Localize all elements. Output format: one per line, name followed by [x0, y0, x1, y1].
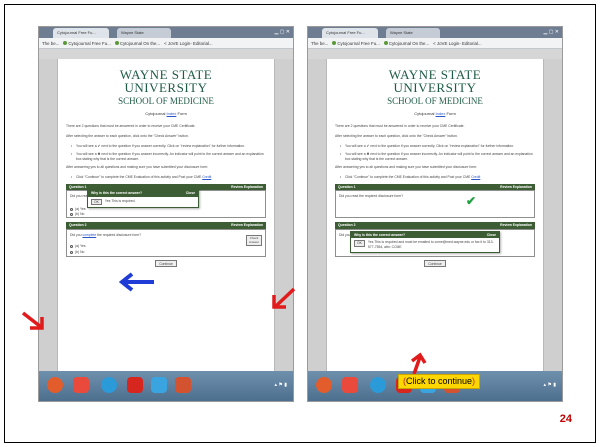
- question2-body: Did you Why is this the correct answer? C…: [335, 228, 535, 257]
- click-to-continue-callout: (Click to continue): [398, 374, 480, 389]
- browser-viewport: WAYNE STATE UNIVERSITY SCHOOL OF MEDICIN…: [39, 59, 293, 371]
- bullet-continue: Click "Continue" to complete the CME Eva…: [71, 175, 266, 180]
- continue-button[interactable]: Continue: [424, 259, 446, 267]
- web-page: WAYNE STATE UNIVERSITY SCHOOL OF MEDICIN…: [326, 59, 544, 371]
- wsu-logo: WAYNE STATE UNIVERSITY SCHOOL OF MEDICIN…: [387, 67, 483, 106]
- start-icon[interactable]: [47, 377, 63, 393]
- index-link[interactable]: Index: [167, 111, 177, 116]
- check-answer-button[interactable]: Check Answer: [246, 234, 262, 246]
- bookmark-item[interactable]: Cytojournal Free Fu...: [332, 41, 380, 46]
- bookmarks-bar: The be... Cytojournal Free Fu... Cytojou…: [39, 38, 293, 49]
- window-controls[interactable]: ▁ ▢ ✕: [274, 29, 290, 35]
- web-page: WAYNE STATE UNIVERSITY SCHOOL OF MEDICIN…: [57, 59, 275, 371]
- instructions-text: After selecting the answer to each quest…: [66, 133, 189, 138]
- browser-tab[interactable]: Cytojournal Free Fu...: [322, 28, 378, 38]
- title-bar: Cytojournal Free Fu... Wayne State ▁ ▢ ✕: [308, 27, 562, 38]
- question1-header: Question 1 Review Explanation: [335, 183, 535, 191]
- bookmark-item[interactable]: The be...: [42, 41, 59, 46]
- radio-icon[interactable]: [70, 250, 73, 254]
- bookmark-icon: [63, 41, 68, 45]
- intro-text: There are 2 questions that must be answe…: [335, 124, 465, 129]
- slide-number: 24: [559, 413, 572, 425]
- wsu-logo: WAYNE STATE UNIVERSITY SCHOOL OF MEDICIN…: [118, 67, 214, 106]
- red-arrow-icon: [410, 352, 427, 375]
- radio-icon[interactable]: [70, 245, 73, 249]
- bookmark-item[interactable]: Cytojournal On the...: [383, 41, 429, 46]
- correct-check-icon: ✔: [465, 194, 476, 209]
- option-no[interactable]: (b) No: [70, 250, 262, 255]
- bookmark-item[interactable]: Cytojournal Free Fu...: [63, 41, 111, 46]
- system-tray[interactable]: ▴ ⚑ ▮: [274, 382, 287, 388]
- bookmark-icon: [332, 41, 337, 45]
- bookmark-icon: [114, 41, 119, 45]
- radio-icon[interactable]: [70, 213, 73, 217]
- close-popup-button[interactable]: Close: [487, 233, 496, 238]
- explorer-icon[interactable]: [151, 377, 167, 393]
- browser-viewport: WAYNE STATE UNIVERSITY SCHOOL OF MEDICIN…: [308, 59, 562, 371]
- intro-text: There are 2 questions that must be answe…: [66, 124, 196, 129]
- bullet-continue: Click "Continue" to complete the CME Eva…: [340, 175, 535, 180]
- ok-button[interactable]: OK: [91, 198, 102, 206]
- screenshot-right: Cytojournal Free Fu... Wayne State ▁ ▢ ✕…: [307, 26, 563, 402]
- bookmark-item[interactable]: The be...: [311, 41, 328, 46]
- red-arrow-icon: [21, 311, 44, 330]
- question2-header: Question 2 Review Explanation: [335, 222, 535, 229]
- bookmark-item[interactable]: < JoVE Login- Editorial...: [164, 41, 212, 46]
- screenshot-left: Cytojournal Free Fu... Wayne State ▁ ▢ ✕…: [38, 26, 294, 402]
- radio-icon[interactable]: [70, 207, 73, 211]
- explanation-popup: Why is this the correct answer? Close OK Y…: [350, 230, 500, 253]
- bookmark-item[interactable]: Cytojournal On the...: [114, 41, 160, 46]
- bookmarks-bar: The be... Cytojournal Free Fu... Cytojou…: [308, 38, 562, 49]
- window-controls[interactable]: ▁ ▢ ✕: [543, 29, 559, 35]
- credit-link[interactable]: Credit: [471, 175, 480, 179]
- complete-link[interactable]: complete: [82, 233, 96, 237]
- after-all-text: After answering yes to all questions and…: [66, 165, 209, 170]
- question2-body: Did you complete the required disclosure…: [66, 228, 266, 257]
- red-arrow-icon: [272, 287, 296, 309]
- credit-link[interactable]: Credit: [202, 175, 211, 179]
- option-yes[interactable]: (a) Yes: [70, 244, 262, 249]
- taskbar: ▴ ⚑ ▮: [39, 371, 293, 401]
- option-no[interactable]: (b) No: [70, 212, 262, 217]
- question1-text: Did you read the required disclosure for…: [339, 194, 404, 199]
- system-tray[interactable]: ▴ ⚑ ▮: [543, 382, 556, 388]
- question2-text: Did you complete the required disclosure…: [70, 232, 142, 237]
- bullet-incorrect: You will see a ✖ next to the question if…: [340, 152, 535, 161]
- form-title: Cytojournal Index Form: [145, 111, 187, 116]
- blue-arrow-icon: [118, 272, 154, 292]
- skype-icon[interactable]: [101, 377, 117, 393]
- ok-button[interactable]: OK: [354, 240, 365, 247]
- powerpoint-icon[interactable]: [175, 377, 191, 393]
- question1-body: Did you read the required disclosure for…: [66, 189, 266, 219]
- continue-button[interactable]: Continue: [155, 259, 177, 267]
- start-icon[interactable]: [316, 377, 332, 393]
- instructions-text: After selecting the answer to each quest…: [335, 133, 458, 138]
- bullet-correct: You will see a ✔ next to the question if…: [340, 144, 535, 149]
- index-link[interactable]: Index: [436, 111, 446, 116]
- question2-header: Question 2 Review Explanation: [66, 222, 266, 229]
- browser-tab-active[interactable]: Wayne State: [117, 28, 171, 38]
- explanation-popup: Why is this the correct answer? Close OK Y…: [87, 189, 199, 209]
- skype-icon[interactable]: [370, 377, 386, 393]
- close-popup-button[interactable]: Close: [186, 191, 195, 196]
- browser-tab-active[interactable]: Wayne State: [386, 28, 440, 38]
- bookmark-icon: [383, 41, 388, 45]
- form-title: Cytojournal Index Form: [414, 111, 456, 116]
- chrome-icon[interactable]: [342, 377, 358, 393]
- question1-body: Did you read the required disclosure for…: [335, 190, 535, 219]
- bookmark-item[interactable]: < JoVE Login- Editorial...: [433, 41, 481, 46]
- bullet-correct: You will see a ✔ next to the question if…: [71, 144, 266, 149]
- bullet-incorrect: You will see a ✖ next to the question if…: [71, 152, 266, 161]
- chrome-icon[interactable]: [73, 377, 89, 393]
- title-bar: Cytojournal Free Fu... Wayne State ▁ ▢ ✕: [39, 27, 293, 38]
- media-icon[interactable]: [127, 377, 143, 393]
- after-all-text: After answering yes to all questions and…: [335, 165, 478, 170]
- browser-tab[interactable]: Cytojournal Free Fu...: [53, 28, 109, 38]
